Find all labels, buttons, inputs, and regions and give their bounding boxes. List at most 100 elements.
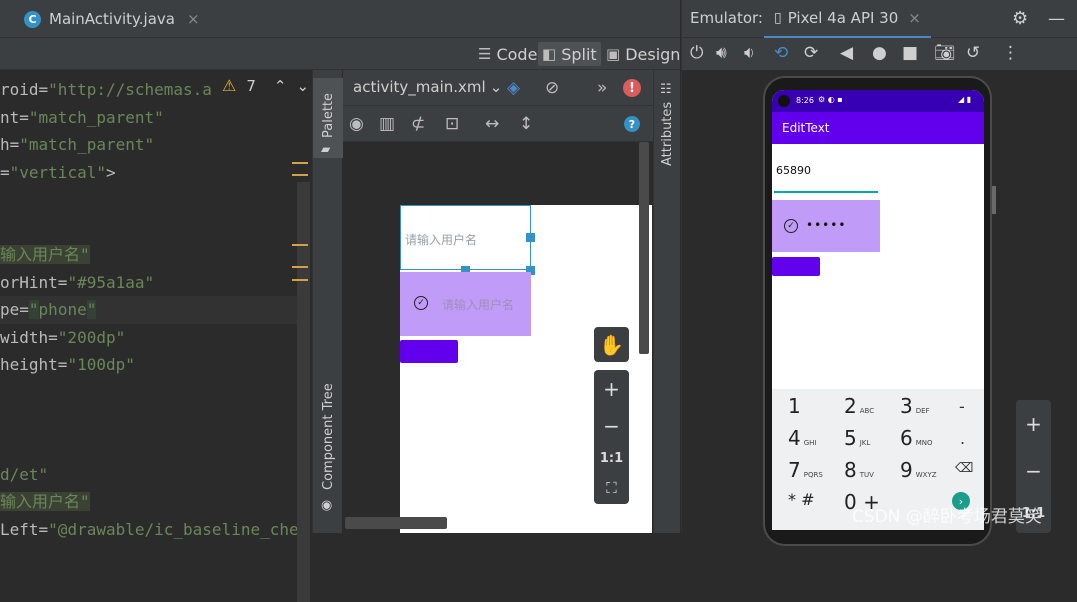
- palette-tab[interactable]: Palette ▰: [313, 78, 343, 158]
- gutter-marker[interactable]: [292, 244, 308, 246]
- key-9[interactable]: 9 WXYZ: [900, 458, 956, 490]
- canvas-zoom-panel: + − 1:1 ⛶: [594, 370, 629, 504]
- design-canvas[interactable]: 请输入用户名 ✓ 请输入用户名 ✋ + − 1:1 ⛶: [343, 142, 653, 533]
- component-tree-label[interactable]: Component Tree: [321, 383, 336, 490]
- pan-tool[interactable]: ✋: [594, 327, 629, 362]
- gutter-marker[interactable]: [292, 279, 308, 281]
- help-icon[interactable]: ?: [624, 116, 640, 132]
- gutter-marker[interactable]: [292, 266, 308, 268]
- key-star-hash[interactable]: * #: [788, 490, 844, 522]
- preview-password-field[interactable]: ✓ 请输入用户名: [400, 272, 531, 336]
- key-2[interactable]: 2 ABC: [844, 394, 900, 426]
- eye-icon[interactable]: ◉: [349, 114, 364, 134]
- preview-password-hint: 请输入用户名: [442, 298, 515, 312]
- phone-password-field[interactable]: ✓ •••••: [772, 200, 880, 252]
- close-tab-icon[interactable]: ×: [187, 10, 200, 28]
- gutter-marker[interactable]: [292, 162, 308, 164]
- home-icon[interactable]: ●: [872, 43, 887, 63]
- clear-constraints-icon[interactable]: ⊡: [445, 114, 459, 134]
- editor-tab-mainactivity[interactable]: C MainActivity.java ×: [14, 0, 210, 38]
- camera-icon[interactable]: 📷︎: [934, 43, 956, 63]
- key-4[interactable]: 4 GHI: [788, 426, 844, 458]
- key-1[interactable]: 1: [788, 394, 844, 426]
- code-editor[interactable]: roid="http://schemas.a nt="match_parent"…: [0, 70, 310, 602]
- app-title: EditText: [782, 121, 830, 135]
- magnet-icon[interactable]: ⊄: [411, 114, 425, 134]
- key-6[interactable]: 6 MNO: [900, 426, 956, 458]
- split-mode-label: Split: [561, 44, 597, 64]
- snapshot-icon[interactable]: ↺: [966, 43, 980, 63]
- key-7[interactable]: 7 PQRS: [788, 458, 844, 490]
- key-3[interactable]: 3 DEF: [900, 394, 956, 426]
- gear-icon[interactable]: ⚙: [1012, 8, 1028, 29]
- view-mode-bar: ☰ Code ◧ Split ▣ Design: [0, 38, 680, 70]
- chevron-down-icon[interactable]: ⌄: [296, 77, 309, 95]
- code-line: h="match_parent": [0, 135, 155, 154]
- attributes-icon: ☷: [660, 82, 672, 97]
- chevron-up-icon[interactable]: ⌃: [274, 77, 287, 95]
- rotate-left-icon[interactable]: ⟲: [774, 43, 788, 63]
- zoom-in-icon[interactable]: +: [603, 377, 620, 401]
- preview-button[interactable]: [400, 340, 458, 363]
- view-options-icon[interactable]: ▥: [379, 114, 395, 134]
- design-mode-button[interactable]: ▣ Design: [602, 42, 684, 66]
- layers-icon[interactable]: ◈: [507, 78, 520, 98]
- key-8[interactable]: 8 TUV: [844, 458, 900, 490]
- app-bar: EditText: [772, 112, 984, 144]
- zoom-in-icon[interactable]: +: [1025, 412, 1042, 436]
- back-icon[interactable]: ◀: [840, 43, 853, 63]
- phone-button[interactable]: [772, 257, 820, 276]
- key-5[interactable]: 5 JKL: [844, 426, 900, 458]
- phone-edittext-value[interactable]: 65890: [776, 164, 811, 177]
- volume-down-icon[interactable]: 🔉︎: [744, 43, 755, 63]
- zoom-actual-size-button[interactable]: 1:1: [600, 451, 623, 466]
- close-emulator-tab-icon[interactable]: ×: [908, 9, 921, 27]
- emulator-scrollbar[interactable]: [992, 186, 996, 214]
- power-icon[interactable]: ⏻: [690, 43, 703, 63]
- error-icon[interactable]: !: [623, 79, 641, 97]
- overview-icon[interactable]: ■: [902, 43, 918, 63]
- rotate-right-icon[interactable]: ⟳: [804, 43, 818, 63]
- device-frame: 8:26 ⚙ ◐ ▪ ◢ ▮ EditText 65890 ✓ ••••• 1 …: [763, 76, 992, 546]
- layout-file-selector[interactable]: activity_main.xml ⌄: [353, 78, 502, 96]
- more-chevron-icon[interactable]: »: [597, 78, 607, 98]
- signal-battery-icon: ◢ ▮: [958, 95, 972, 104]
- gutter-marker[interactable]: [292, 174, 308, 176]
- attributes-tab[interactable]: Attributes: [660, 102, 675, 166]
- key-dot[interactable]: .: [960, 429, 965, 448]
- key-minus[interactable]: -: [959, 397, 965, 416]
- design-toolbar-bottom: ◉ ▥ ⊄ ⊡ ↔ ↕ ?: [343, 106, 653, 142]
- emulator-header: Emulator: ▯ Pixel 4a API 30 × ⚙ —: [681, 0, 1077, 38]
- orientation-icon[interactable]: ⊘: [545, 78, 559, 98]
- more-options-icon[interactable]: ⋮: [1002, 43, 1019, 63]
- code-lines-icon: ☰: [478, 45, 492, 63]
- canvas-vertical-scrollbar[interactable]: [639, 142, 649, 354]
- design-mode-label: Design: [625, 44, 681, 64]
- palette-label: Palette: [321, 92, 336, 138]
- emulator-device-name: Pixel 4a API 30: [787, 9, 899, 27]
- code-mode-button[interactable]: ☰ Code: [474, 42, 541, 66]
- camera-cutout-icon: [778, 95, 790, 107]
- warning-icon: ⚠: [222, 76, 237, 95]
- device-screen[interactable]: 8:26 ⚙ ◐ ▪ ◢ ▮ EditText 65890 ✓ ••••• 1 …: [772, 90, 984, 530]
- split-mode-button[interactable]: ◧ Split: [538, 42, 601, 66]
- zoom-out-icon[interactable]: −: [603, 414, 620, 438]
- minimize-icon[interactable]: —: [1048, 9, 1065, 29]
- editor-tab-label: MainActivity.java: [49, 10, 175, 28]
- canvas-horizontal-scrollbar[interactable]: [345, 517, 447, 529]
- chevron-down-icon: ⌄: [489, 78, 503, 96]
- inspection-widget[interactable]: ⚠ 7 ⌃ ⌄: [222, 76, 309, 95]
- image-icon: ▣: [606, 45, 621, 63]
- preview-edittext[interactable]: 请输入用户名: [400, 205, 531, 270]
- zoom-out-icon[interactable]: −: [1025, 459, 1042, 483]
- backspace-icon[interactable]: ⌫: [955, 461, 973, 476]
- volume-up-icon[interactable]: 🔊︎: [716, 43, 727, 63]
- resize-handle[interactable]: [526, 233, 535, 242]
- hand-icon[interactable]: ✋: [599, 333, 624, 357]
- vertical-arrows-icon[interactable]: ↕: [519, 114, 533, 134]
- emulator-toolbar: ⏻ 🔊︎ 🔉︎ ⟲ ⟳ ◀ ● ■ 📷︎ ↺ ⋮: [681, 38, 1077, 70]
- zoom-to-fit-icon[interactable]: ⛶: [606, 479, 617, 497]
- horizontal-arrows-icon[interactable]: ↔: [485, 114, 499, 134]
- java-class-icon: C: [24, 10, 41, 28]
- emulator-device-tab[interactable]: ▯ Pixel 4a API 30 ×: [764, 0, 931, 38]
